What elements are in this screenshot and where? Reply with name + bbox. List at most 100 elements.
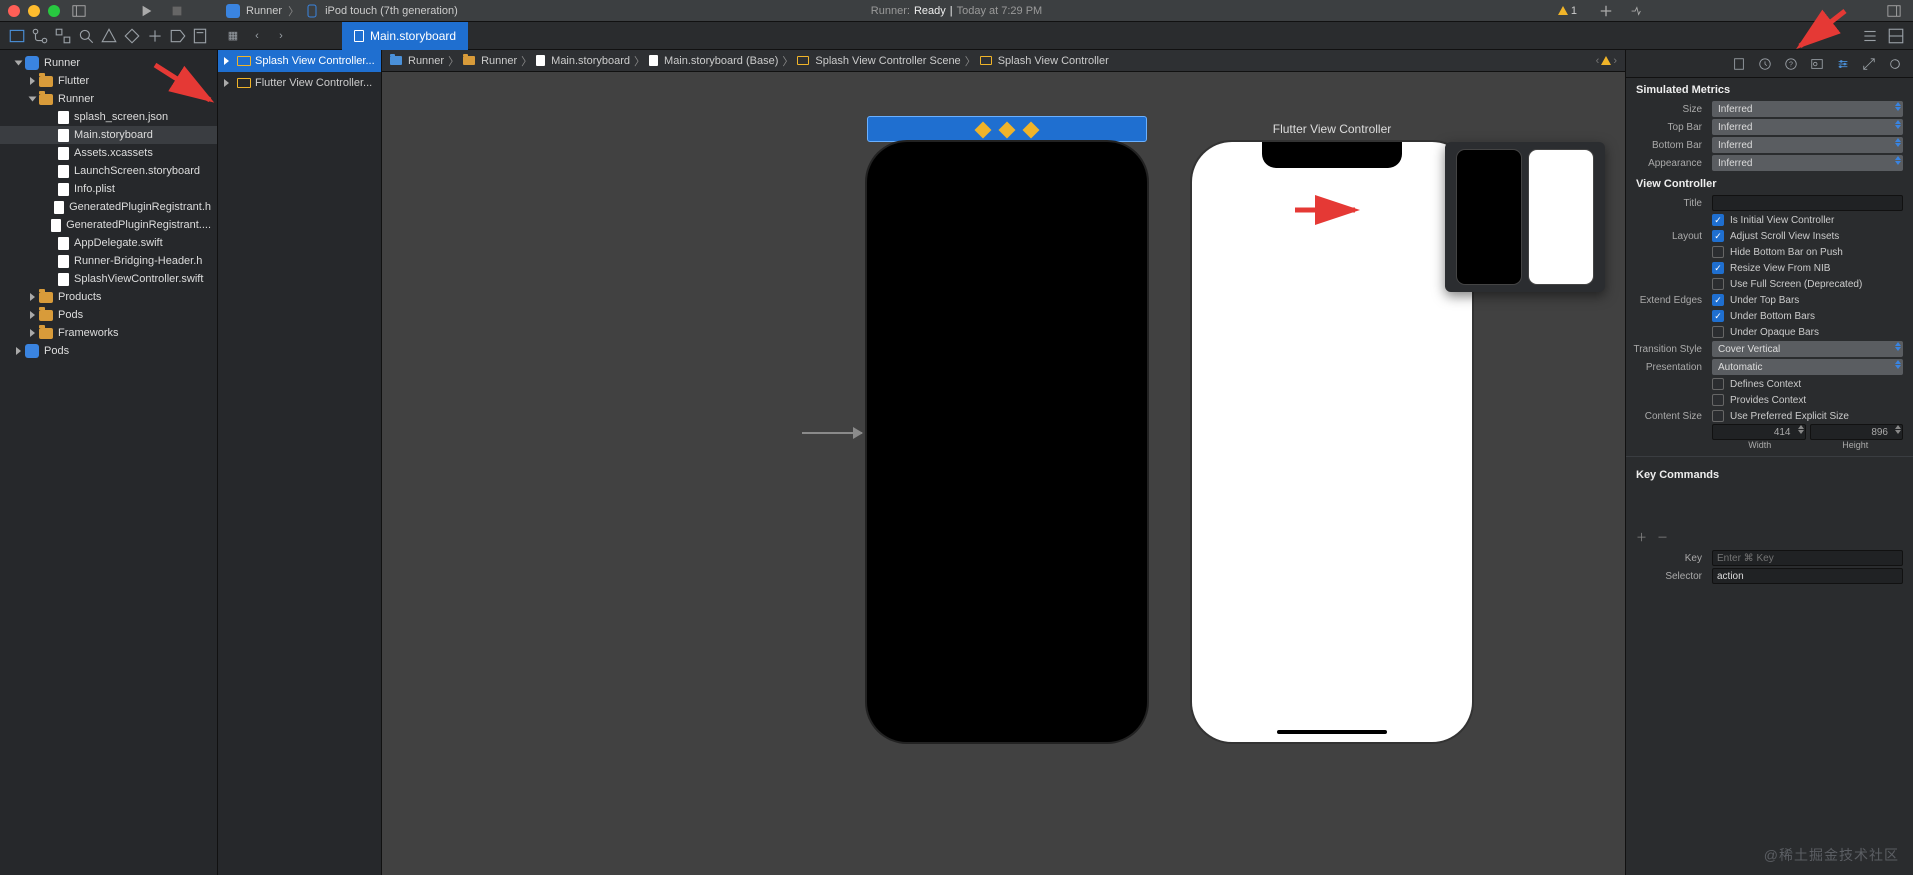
adjust-editor-icon[interactable] [1887,27,1905,45]
size-inspector-icon[interactable] [1861,56,1877,72]
plus-icon[interactable] [1595,2,1617,20]
file-appdelegate[interactable]: AppDelegate.swift [0,234,217,252]
defines-context-checkbox[interactable] [1712,378,1724,390]
initial-vc-arrow[interactable] [802,432,862,434]
debug-navigator-icon[interactable] [146,27,164,45]
presentation-picker[interactable]: Automatic [1712,359,1903,375]
source-control-navigator-icon[interactable] [31,27,49,45]
bottombar-picker[interactable]: Inferred [1712,137,1903,153]
outline-splash-vc[interactable]: Splash View Controller... [218,50,381,72]
help-inspector-icon[interactable]: ? [1783,56,1799,72]
flutter-view-controller-preview[interactable] [1192,142,1472,742]
issue-navigator-icon[interactable] [100,27,118,45]
attributes-inspector-icon[interactable] [1835,56,1851,72]
selector-field[interactable] [1712,568,1903,584]
breakpoint-navigator-icon[interactable] [169,27,187,45]
file-info-plist[interactable]: Info.plist [0,180,217,198]
content-width-stepper[interactable]: 414 [1712,424,1806,440]
issues-badge[interactable]: 1 [1558,5,1577,17]
chevron-left-icon[interactable]: ‹ [1596,55,1600,67]
group-products[interactable]: Products [0,288,217,306]
document-outline-icon[interactable] [1861,27,1879,45]
add-key-command-button[interactable]: ＋ [1636,529,1647,545]
zoom-icon[interactable] [48,5,60,17]
file-gpr-h[interactable]: GeneratedPluginRegistrant.h [0,198,217,216]
scene-header-splash[interactable] [867,116,1147,142]
nav-forward-icon[interactable]: › [272,27,290,45]
under-opaque-bars-checkbox[interactable] [1712,326,1724,338]
identity-inspector-icon[interactable] [1809,56,1825,72]
file-bridging-header[interactable]: Runner-Bridging-Header.h [0,252,217,270]
splash-view-controller-preview[interactable] [867,142,1147,742]
editor-tab[interactable]: Main.storyboard [342,22,468,50]
run-button[interactable] [136,2,158,20]
tree-label: splash_screen.json [74,111,168,123]
group-frameworks[interactable]: Frameworks [0,324,217,342]
file-gpr-m[interactable]: GeneratedPluginRegistrant.... [0,216,217,234]
under-top-bars-checkbox[interactable] [1712,294,1724,306]
jump-bar[interactable]: Runner〉 Runner〉 Main.storyboard〉 Main.st… [382,50,1625,72]
crumb-seg[interactable]: Splash View Controller [998,55,1109,67]
group-flutter[interactable]: Flutter [0,72,217,90]
window-titlebar: Runner 〉 iPod touch (7th generation) Run… [0,0,1913,22]
topbar-picker[interactable]: Inferred [1712,119,1903,135]
storyboard-file-icon [58,165,69,178]
document-outline[interactable]: Splash View Controller... Flutter View C… [218,50,382,875]
provides-context-checkbox[interactable] [1712,394,1724,406]
remove-key-command-button[interactable]: － [1657,529,1668,545]
group-runner[interactable]: Runner [0,90,217,108]
hide-bottom-bar-checkbox[interactable] [1712,246,1724,258]
crumb-seg[interactable]: Main.storyboard [551,55,630,67]
label-width: Width [1712,440,1808,450]
title-field[interactable] [1712,195,1903,211]
project-navigator[interactable]: Runner Flutter Runner splash_screen.json… [0,50,218,875]
resize-from-nib-checkbox[interactable] [1712,262,1724,274]
related-items-icon[interactable]: ▦ [224,27,242,45]
outline-flutter-vc[interactable]: Flutter View Controller... [218,72,381,94]
file-assets[interactable]: Assets.xcassets [0,144,217,162]
project-root[interactable]: Runner [0,54,217,72]
project-navigator-icon[interactable] [8,27,26,45]
library-icon[interactable] [1883,2,1905,20]
is-initial-vc-checkbox[interactable] [1712,214,1724,226]
size-picker[interactable]: Inferred [1712,101,1903,117]
nav-back-icon[interactable]: ‹ [248,27,266,45]
file-splash-vc[interactable]: SplashViewController.swift [0,270,217,288]
pods-project[interactable]: Pods [0,342,217,360]
stop-button[interactable] [166,2,188,20]
scheme-selector[interactable]: Runner 〉 iPod touch (7th generation) [226,3,458,19]
find-navigator-icon[interactable] [77,27,95,45]
report-navigator-icon[interactable] [191,27,209,45]
under-bottom-bars-checkbox[interactable] [1712,310,1724,322]
scene-header-flutter[interactable]: Flutter View Controller [1192,116,1472,142]
symbol-navigator-icon[interactable] [54,27,72,45]
review-icon[interactable] [1625,2,1647,20]
use-full-screen-checkbox[interactable] [1712,278,1724,290]
transition-style-picker[interactable]: Cover Vertical [1712,341,1903,357]
history-inspector-icon[interactable] [1757,56,1773,72]
group-pods[interactable]: Pods [0,306,217,324]
crumb-seg[interactable]: Runner [408,55,444,67]
adjust-insets-checkbox[interactable] [1712,230,1724,242]
tree-label: GeneratedPluginRegistrant.... [66,219,211,231]
crumb-seg[interactable]: Splash View Controller Scene [815,55,960,67]
canvas-minimap[interactable] [1445,142,1605,292]
content-height-stepper[interactable]: 896 [1810,424,1904,440]
file-splash-json[interactable]: splash_screen.json [0,108,217,126]
storyboard-canvas[interactable]: Flutter View Controller [382,72,1625,875]
test-navigator-icon[interactable] [123,27,141,45]
warning-icon[interactable] [1601,56,1611,65]
crumb-seg[interactable]: Runner [481,55,517,67]
file-launchscreen[interactable]: LaunchScreen.storyboard [0,162,217,180]
close-icon[interactable] [8,5,20,17]
chevron-right-icon[interactable]: › [1613,55,1617,67]
minimize-icon[interactable] [28,5,40,17]
key-field[interactable] [1712,550,1903,566]
file-main-storyboard[interactable]: Main.storyboard [0,126,217,144]
sidebar-toggle-icon[interactable] [68,2,90,20]
connections-inspector-icon[interactable] [1887,56,1903,72]
use-preferred-size-checkbox[interactable] [1712,410,1724,422]
crumb-seg[interactable]: Main.storyboard (Base) [664,55,778,67]
file-inspector-icon[interactable] [1731,56,1747,72]
appearance-picker[interactable]: Inferred [1712,155,1903,171]
